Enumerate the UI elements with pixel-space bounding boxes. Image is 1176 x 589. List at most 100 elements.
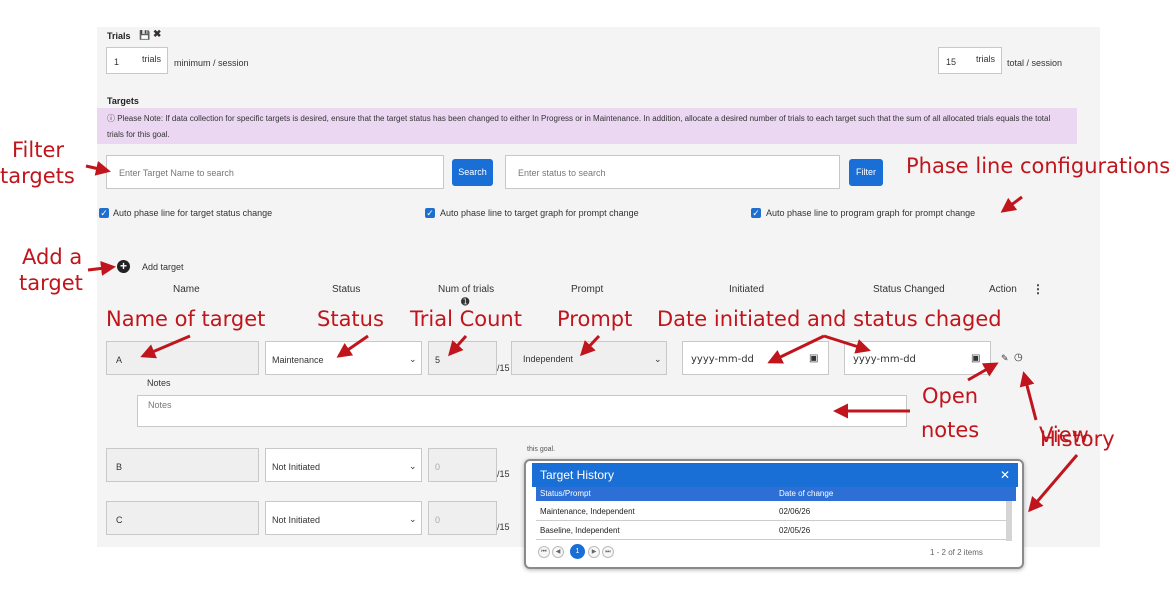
checkbox-status-phase-line[interactable]: ✓	[99, 208, 109, 218]
total-trials-value: 15	[946, 57, 957, 67]
checkbox-program-graph-phase-line-label: Auto phase line to program graph for pro…	[766, 208, 976, 218]
save-icon[interactable]: 💾	[139, 30, 150, 41]
notes-icon[interactable]: ✎	[1001, 353, 1009, 364]
calendar-icon[interactable]: ▣	[809, 353, 818, 364]
col-status: Status	[332, 284, 361, 295]
min-trials-unit: trials	[142, 54, 162, 64]
min-trials-value: 1	[114, 57, 120, 67]
target-status-select[interactable]: Maintenance ⌄	[265, 341, 422, 375]
annotation-filter-targets-2: targets	[0, 164, 75, 188]
col-status-changed: Status Changed	[873, 284, 945, 295]
target-trials-value: 0	[435, 515, 441, 525]
history-col-date: Date of change	[779, 489, 834, 498]
target-name-input[interactable]: C	[106, 501, 259, 535]
annotation-prompt: Prompt	[557, 307, 633, 331]
min-trials-input[interactable]: 1 trials	[106, 47, 168, 74]
notes-textarea[interactable]: Notes	[137, 395, 907, 427]
history-row-date: 02/05/26	[779, 526, 811, 535]
history-icon[interactable]: ◷	[1014, 352, 1023, 363]
pager-prev-icon[interactable]: ◀	[552, 546, 564, 558]
checkbox-target-graph-phase-line[interactable]: ✓	[425, 208, 435, 218]
target-trials-total: /15	[497, 469, 510, 479]
pager-info: 1 - 2 of 2 items	[930, 548, 983, 557]
target-name-input[interactable]: A	[106, 341, 259, 375]
annotation-add-target-2: target	[19, 271, 83, 295]
target-trials-total: /15	[497, 522, 510, 532]
target-search-input[interactable]: Enter Target Name to search	[106, 155, 444, 189]
col-prompt: Prompt	[571, 284, 604, 295]
target-status-value: Maintenance	[272, 355, 324, 365]
annotation-open-notes-1: Open	[922, 384, 979, 408]
target-prompt-value: Independent	[523, 354, 574, 364]
target-trials-input[interactable]: 0	[428, 448, 497, 482]
history-row-status: Baseline, Independent	[540, 526, 620, 535]
status-search-input[interactable]: Enter status to search	[505, 155, 840, 189]
annotation-name-of-target: Name of target	[106, 307, 266, 331]
plus-circle-icon[interactable]: +	[117, 260, 130, 273]
pager-next-icon[interactable]: ▶	[588, 546, 600, 558]
add-target-link[interactable]: Add target	[142, 262, 184, 272]
targets-note-banner: ⓘ Please Note: If data collection for sp…	[97, 108, 1077, 144]
status-search-placeholder: Enter status to search	[518, 168, 606, 178]
status-changed-date-input[interactable]: yyyy-mm-dd ▣	[844, 341, 991, 375]
target-trials-input[interactable]: 5	[428, 341, 497, 375]
history-table-header: Status/Prompt Date of change	[536, 487, 1016, 501]
annotation-date: Date initiated and status chaged	[657, 307, 1002, 331]
close-icon[interactable]: ✖	[153, 29, 161, 40]
target-history-dialog: Target History ✕ Status/Prompt Date of c…	[524, 459, 1024, 569]
checkbox-target-graph-phase-line-label: Auto phase line to target graph for prom…	[440, 208, 639, 218]
target-trials-value: 0	[435, 462, 441, 472]
checkbox-program-graph-phase-line[interactable]: ✓	[751, 208, 761, 218]
table-row: Maintenance, Independent 02/06/26	[536, 502, 1006, 521]
target-name-value: A	[116, 355, 123, 365]
targets-title: Targets	[107, 96, 139, 106]
search-button[interactable]: Search	[452, 159, 493, 186]
col-action: Action	[989, 284, 1017, 295]
filter-button[interactable]: Filter	[849, 159, 883, 186]
annotation-add-target-1: Add a	[22, 245, 83, 269]
target-status-value: Not Initiated	[272, 462, 321, 472]
info-icon: ⓘ	[107, 114, 118, 123]
annotation-filter-targets-1: Filter	[12, 138, 65, 162]
target-status-select[interactable]: Not Initiated ⌄	[265, 448, 422, 482]
target-name-value: B	[116, 462, 123, 472]
history-scrollbar[interactable]	[1006, 501, 1012, 541]
notes-placeholder: Notes	[148, 400, 172, 410]
total-trials-unit: trials	[976, 54, 996, 64]
chevron-down-icon: ⌄	[409, 514, 417, 524]
status-changed-date-value: yyyy-mm-dd	[853, 354, 916, 365]
target-prompt-select[interactable]: Independent ⌄	[511, 341, 667, 375]
calendar-icon[interactable]: ▣	[971, 353, 980, 364]
target-status-value: Not Initiated	[272, 515, 321, 525]
target-status-select[interactable]: Not Initiated ⌄	[265, 501, 422, 535]
annotation-phase-line: Phase line configurations	[906, 154, 1171, 178]
target-name-value: C	[116, 515, 123, 525]
target-name-input[interactable]: B	[106, 448, 259, 482]
pager-last-icon[interactable]: ⏭	[602, 546, 614, 558]
chevron-down-icon: ⌄	[409, 354, 417, 364]
hidden-note-fragment: this goal.	[527, 446, 556, 453]
trials-title: Trials	[107, 31, 131, 41]
col-num-trials: Num of trials	[438, 284, 495, 295]
history-col-status: Status/Prompt	[540, 489, 591, 498]
checkbox-status-phase-line-label: Auto phase line for target status change	[113, 208, 273, 218]
annotation-open-notes-2: notes	[921, 418, 980, 442]
target-history-title: Target History	[540, 468, 615, 482]
target-history-title-bar: Target History ✕	[532, 463, 1018, 487]
chevron-down-icon: ⌄	[409, 461, 417, 471]
notes-label: Notes	[147, 378, 171, 388]
pager-first-icon[interactable]: ⏮	[538, 546, 550, 558]
total-trials-label: total / session	[1007, 58, 1063, 68]
close-icon[interactable]: ✕	[1000, 463, 1010, 487]
kebab-menu-icon[interactable]: ⋮	[1032, 282, 1044, 296]
target-trials-value: 5	[435, 355, 441, 365]
target-trials-total: /15	[497, 363, 510, 373]
target-trials-input[interactable]: 0	[428, 501, 497, 535]
col-initiated: Initiated	[729, 284, 765, 295]
initiated-date-input[interactable]: yyyy-mm-dd ▣	[682, 341, 829, 375]
pager-current-page[interactable]: 1	[570, 544, 585, 559]
annotation-view-history-2: History	[1040, 427, 1115, 451]
initiated-date-value: yyyy-mm-dd	[691, 354, 754, 365]
total-trials-input[interactable]: 15 trials	[938, 47, 1002, 74]
history-row-status: Maintenance, Independent	[540, 507, 635, 516]
